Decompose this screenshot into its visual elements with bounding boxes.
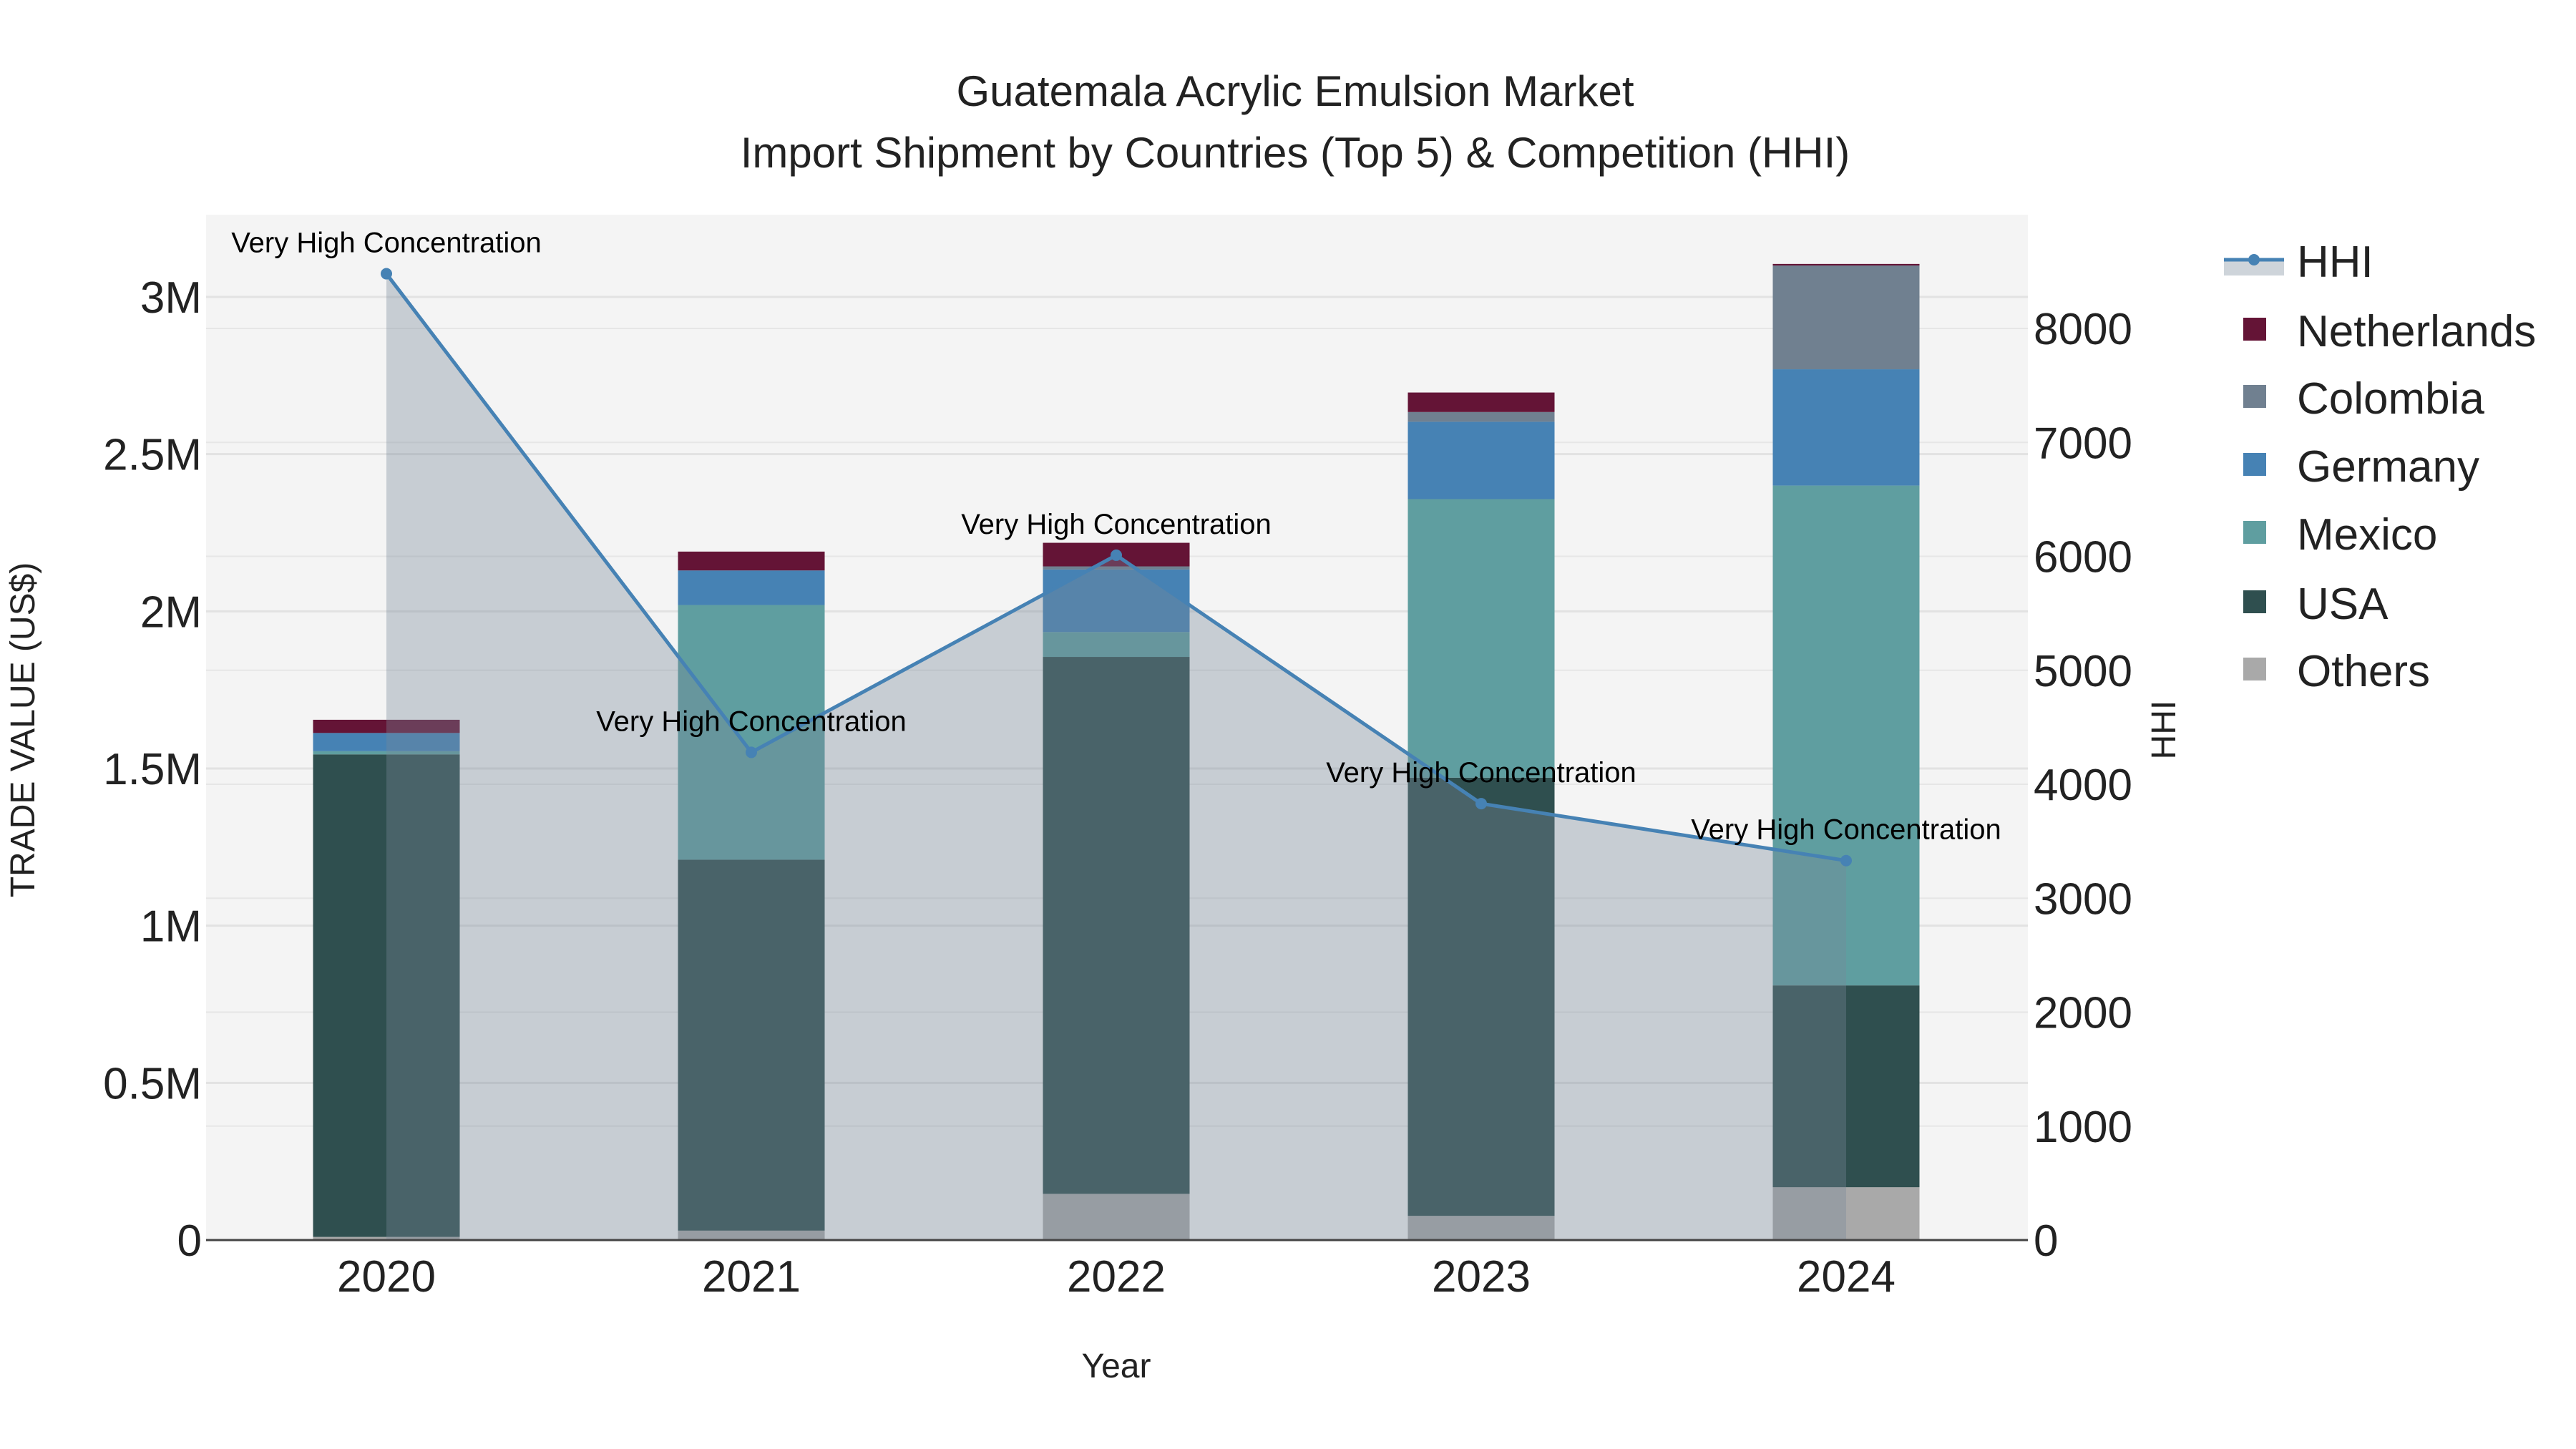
legend-hhi-marker (2248, 254, 2260, 265)
legend-swatch-colombia (2243, 385, 2266, 408)
y2-tick-label: 7000 (2034, 419, 2132, 468)
legend-label-colombia: Colombia (2297, 374, 2484, 424)
y2-tick-label: 6000 (2034, 533, 2132, 582)
x-tick-label: 2023 (1432, 1252, 1531, 1302)
hhi-annotation: Very High Concentration (596, 706, 907, 737)
legend-swatch-others (2243, 658, 2266, 680)
legend-swatch-mexico (2243, 521, 2266, 544)
y2-tick-label: 1000 (2034, 1103, 2132, 1152)
hhi-marker (746, 746, 757, 758)
hhi-annotation: Very High Concentration (961, 509, 1272, 540)
x-tick-label: 2022 (1067, 1252, 1166, 1302)
y-tick-label: 1.5M (103, 745, 202, 794)
hhi-marker (1840, 854, 1852, 867)
bar-germany-2021 (678, 570, 825, 605)
hhi-annotation: Very High Concentration (231, 228, 542, 259)
legend-swatch-usa (2243, 590, 2266, 613)
bar-colombia-2023 (1407, 411, 1555, 422)
legend: HHI Netherlands Colombia Germany Mexico USA Ot… (2224, 238, 2536, 696)
y2-tick-label: 3000 (2034, 874, 2132, 924)
y2-tick-label: 4000 (2034, 761, 2132, 810)
y2-tick-label: 8000 (2034, 305, 2132, 354)
bar-mexico-2023 (1407, 499, 1555, 778)
hhi-annotation: Very High Concentration (1691, 814, 2001, 846)
bar-netherlands-2021 (678, 551, 825, 571)
legend-label-hhi: HHI (2297, 238, 2373, 287)
y-tick-label: 2.5M (103, 431, 202, 480)
chart-subtitle: Import Shipment by Countries (Top 5) & C… (741, 129, 1850, 177)
y-tick-label: 1M (140, 902, 202, 952)
y2-tick-label: 5000 (2034, 647, 2132, 696)
bar-colombia-2024 (1772, 265, 1920, 370)
bar-germany-2023 (1407, 421, 1555, 499)
y-tick-label: 2M (140, 587, 202, 637)
hhi-marker (381, 268, 392, 280)
y-tick-label: 0 (177, 1216, 202, 1266)
hhi-marker (1111, 549, 1122, 561)
x-axis-title: Year (1082, 1347, 1151, 1385)
x-tick-label: 2021 (702, 1252, 801, 1302)
y2-tick-label: 0 (2034, 1216, 2058, 1266)
legend-swatch-germany (2243, 453, 2266, 476)
legend-label-mexico: Mexico (2297, 510, 2437, 560)
bar-germany-2024 (1772, 369, 1920, 486)
chart: Very High Concentration Very High Concent… (4, 67, 2536, 1385)
y2-tick-label: 2000 (2034, 989, 2132, 1038)
legend-swatch-netherlands (2243, 318, 2266, 341)
bar-netherlands-2023 (1407, 392, 1555, 412)
y2-axis-title: HHI (2145, 701, 2183, 760)
y-axis-title: TRADE VALUE (US$) (4, 562, 42, 898)
x-tick-label: 2020 (337, 1252, 436, 1302)
hhi-marker (1475, 798, 1487, 810)
hhi-annotation: Very High Concentration (1326, 757, 1636, 789)
y-tick-label: 3M (140, 273, 202, 323)
x-tick-label: 2024 (1797, 1252, 1896, 1302)
legend-label-netherlands: Netherlands (2297, 307, 2536, 356)
legend-label-germany: Germany (2297, 442, 2479, 492)
bar-netherlands-2024 (1772, 263, 1920, 266)
chart-title: Guatemala Acrylic Emulsion Market (957, 67, 1634, 115)
legend-label-usa: USA (2297, 580, 2389, 629)
y-tick-label: 0.5M (103, 1059, 202, 1108)
legend-label-others: Others (2297, 647, 2430, 696)
